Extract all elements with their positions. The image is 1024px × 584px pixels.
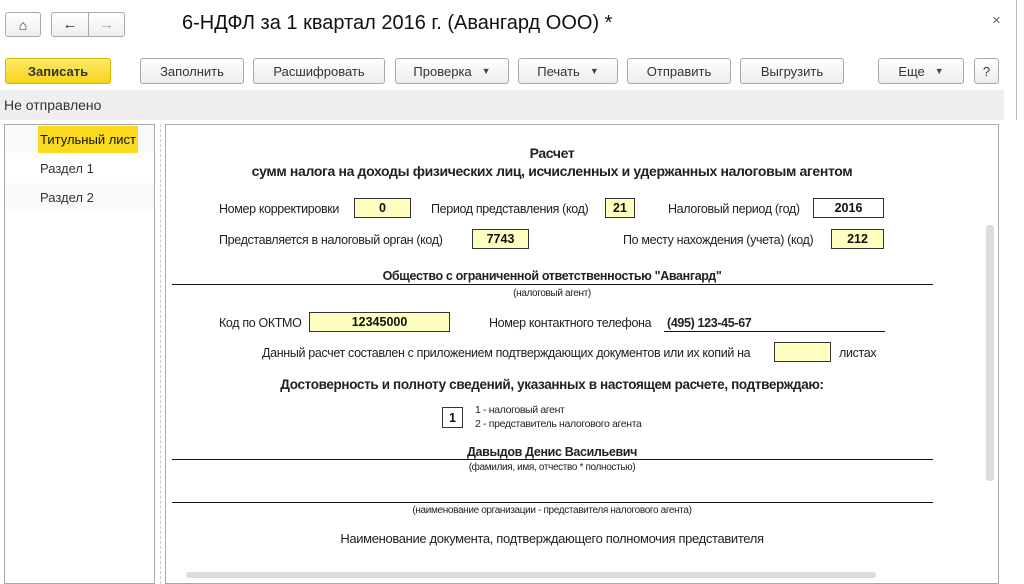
fill-button[interactable]: Заполнить xyxy=(140,58,244,84)
correction-label: Номер корректировки xyxy=(219,202,340,216)
attach-label: Данный расчет составлен с приложением по… xyxy=(262,346,751,360)
signer-fio[interactable]: Давыдов Денис Васильевич xyxy=(0,445,1024,459)
attach-suffix: листах xyxy=(839,346,877,360)
help-button[interactable]: ? xyxy=(974,58,999,84)
vertical-scrollbar-thumb[interactable] xyxy=(986,225,994,481)
rep-org-line xyxy=(172,502,933,503)
arrow-left-icon: ← xyxy=(62,16,78,33)
period-field[interactable]: 21 xyxy=(605,198,635,218)
correction-field[interactable]: 0 xyxy=(354,198,411,218)
signer-code-field[interactable]: 1 xyxy=(442,407,463,428)
phone-label: Номер контактного телефона xyxy=(489,316,652,330)
org-name-line xyxy=(172,284,933,285)
save-button[interactable]: Записать xyxy=(5,58,111,84)
window-edge xyxy=(1016,0,1017,120)
status-bar xyxy=(0,90,1004,120)
org-caption: (налоговый агент) xyxy=(513,288,591,299)
signer-option-2: 2 - представитель налогового агента xyxy=(475,418,642,430)
org-name: Общество с ограниченной ответственностью… xyxy=(382,269,722,283)
window-title: 6-НДФЛ за 1 квартал 2016 г. (Авангард ОО… xyxy=(182,12,613,34)
year-field[interactable]: 2016 xyxy=(813,198,884,218)
export-button[interactable]: Выгрузить xyxy=(740,58,844,84)
status-text: Не отправлено xyxy=(4,97,102,113)
fio-line xyxy=(172,459,933,460)
arrow-right-icon: → xyxy=(99,16,114,33)
more-button[interactable]: Еще ▼ xyxy=(878,58,964,84)
forward-button[interactable]: → xyxy=(88,12,125,37)
doc-label: Наименование документа, подтверждающего … xyxy=(340,531,764,546)
signer-option-1: 1 - налоговый агент xyxy=(475,404,565,416)
dropdown-arrow-icon: ▼ xyxy=(934,66,944,76)
rep-org-caption: (наименование организации - представител… xyxy=(412,505,692,516)
fio-caption: (фамилия, имя, отчество * полностью) xyxy=(468,462,636,473)
home-button[interactable]: ⌂ xyxy=(5,12,41,37)
back-button[interactable]: ← xyxy=(51,12,89,37)
oktmo-field[interactable]: 12345000 xyxy=(309,312,450,332)
sidebar-item-section-2[interactable]: Раздел 2 xyxy=(6,183,154,211)
print-button[interactable]: Печать ▼ xyxy=(518,58,618,84)
tax-org-field[interactable]: 7743 xyxy=(472,229,529,249)
form-title: Расчет xyxy=(529,145,575,161)
confirm-text: Достоверность и полноту сведений, указан… xyxy=(280,377,824,392)
close-icon[interactable]: × xyxy=(992,12,1001,29)
phone-line xyxy=(664,331,885,332)
oktmo-label: Код по ОКТМО xyxy=(219,316,302,330)
decode-button[interactable]: Расшифровать xyxy=(253,58,385,84)
year-label: Налоговый период (год) xyxy=(668,202,800,216)
check-button[interactable]: Проверка ▼ xyxy=(395,58,509,84)
tax-org-label: Представляется в налоговый орган (код) xyxy=(219,233,443,247)
send-button[interactable]: Отправить xyxy=(627,58,731,84)
location-label: По месту нахождения (учета) (код) xyxy=(623,233,814,247)
home-icon: ⌂ xyxy=(18,16,28,33)
attach-field[interactable] xyxy=(774,342,831,362)
horizontal-scrollbar-thumb[interactable] xyxy=(186,572,876,578)
phone-field[interactable]: (495) 123-45-67 xyxy=(667,316,752,330)
form-subtitle: сумм налога на доходы физических лиц, ис… xyxy=(251,163,853,179)
dropdown-arrow-icon: ▼ xyxy=(481,66,491,76)
period-label: Период представления (код) xyxy=(431,202,589,216)
dropdown-arrow-icon: ▼ xyxy=(589,66,599,76)
location-field[interactable]: 212 xyxy=(831,229,884,249)
